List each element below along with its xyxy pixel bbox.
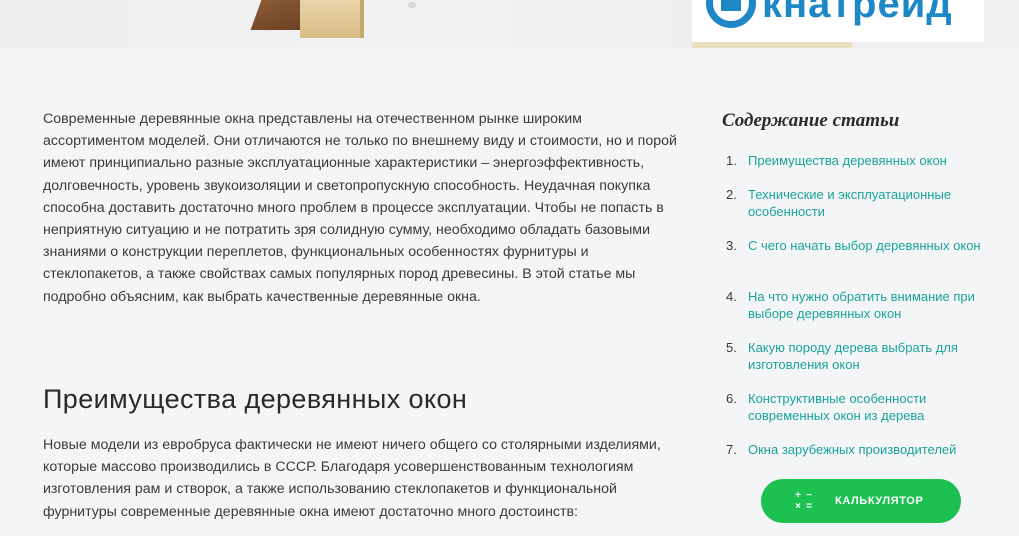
toc-link-where-to-start[interactable]: С чего начать выбор деревянных окон bbox=[748, 237, 998, 254]
light-wood-plank bbox=[300, 0, 364, 38]
toc-link-technical-features[interactable]: Технические и эксплуатационные особеннос… bbox=[748, 186, 998, 220]
toc-item-number: 3. bbox=[726, 238, 737, 253]
toc-link-what-to-look-for[interactable]: На что нужно обратить внимание при выбор… bbox=[748, 288, 998, 322]
toc-link-construction[interactable]: Конструктивные особенности современных о… bbox=[748, 390, 998, 424]
equals-glyph: = bbox=[806, 501, 812, 512]
toc-link-wood-type[interactable]: Какую породу дерева выбрать для изготовл… bbox=[748, 339, 998, 373]
calculator-button-label: КАЛЬКУЛЯТОР bbox=[835, 495, 924, 507]
calculator-icon: + − × = bbox=[793, 491, 815, 513]
toc-link-foreign-manufacturers[interactable]: Окна зарубежных производителей bbox=[748, 441, 998, 458]
toc-title: Содержание статьи bbox=[722, 110, 900, 131]
article-intro: Современные деревянные окна представлены… bbox=[43, 111, 677, 305]
section-title: Преимущества деревянных окон bbox=[43, 384, 468, 414]
calculator-button[interactable]: + − × = КАЛЬКУЛЯТОР bbox=[761, 479, 961, 523]
toc-item-number: 4. bbox=[726, 289, 737, 304]
brand-logo-text: кнатрейд bbox=[762, 0, 953, 26]
wood-sample-image bbox=[250, 0, 376, 38]
plus-glyph: + bbox=[795, 490, 801, 501]
toc-item-number: 1. bbox=[726, 153, 737, 168]
times-glyph: × bbox=[795, 501, 801, 512]
minus-glyph: − bbox=[806, 490, 812, 501]
section-text: Новые модели из евробруса фактически не … bbox=[43, 437, 661, 520]
brand-logo: кнатрейд bbox=[692, 0, 984, 42]
window-logo-icon bbox=[706, 0, 756, 28]
hero-decor-strip bbox=[692, 42, 852, 48]
toc-item-number: 7. bbox=[726, 442, 737, 457]
hero-image: кнатрейд bbox=[0, 0, 1019, 48]
toc-item-number: 5. bbox=[726, 340, 737, 355]
toc-item-number: 6. bbox=[726, 391, 737, 406]
hero-decor bbox=[408, 2, 416, 8]
toc-item-number: 2. bbox=[726, 187, 737, 202]
page: кнатрейд Современные деревянные окна пре… bbox=[0, 0, 1019, 536]
toc-link-advantages[interactable]: Преимущества деревянных окон bbox=[748, 152, 998, 169]
table-of-contents: Содержание статьи 1. Преимущества деревя… bbox=[722, 110, 1002, 457]
